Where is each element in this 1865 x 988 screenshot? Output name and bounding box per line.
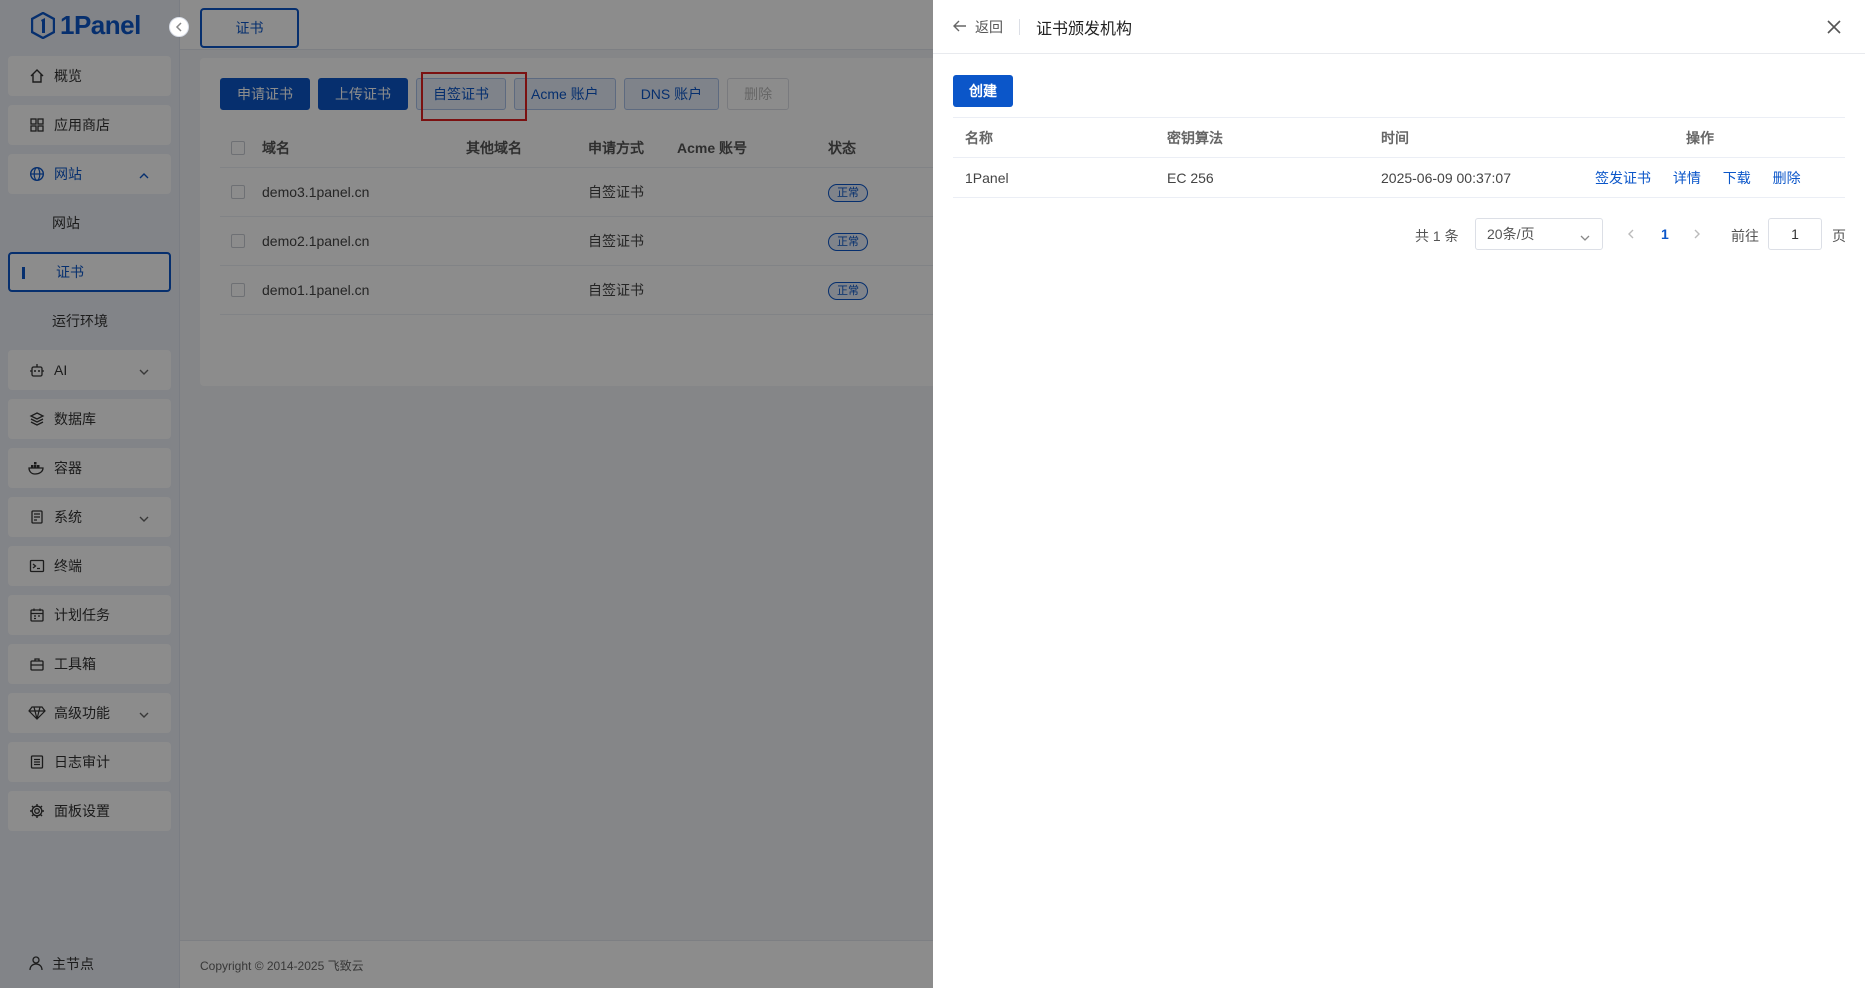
table-row: 1Panel EC 256 2025-06-09 00:37:07 签发证书 详… [953,158,1845,198]
back-label: 返回 [975,18,1003,35]
drawer-header: 返回 证书颁发机构 [933,0,1865,54]
download-link[interactable]: 下载 [1723,170,1751,186]
chevron-right-icon [1694,229,1700,239]
ca-table-header: 名称 密钥算法 时间 操作 [953,117,1845,158]
pagination: 共 1 条 20条/页 1 前往 页 [933,218,1865,250]
prev-page-button[interactable] [1627,226,1635,242]
cell-name: 1Panel [965,169,1009,186]
goto-page-input[interactable] [1768,218,1822,250]
drawer-title: 证书颁发机构 [1036,20,1133,38]
detail-link[interactable]: 详情 [1673,170,1701,186]
back-button[interactable]: 返回 [953,17,1003,37]
chevron-down-icon [1580,229,1590,245]
close-icon [1827,20,1841,34]
page-number[interactable]: 1 [1661,226,1669,242]
ca-drawer: 返回 证书颁发机构 创建 名称 密钥算法 时间 操作 1Panel EC 256… [933,0,1865,988]
chevron-left-icon [175,22,182,32]
cell-key-algorithm: EC 256 [1167,169,1214,186]
close-button[interactable] [1825,18,1843,36]
collapse-sidebar-button[interactable] [169,17,189,37]
header-operations: 操作 [1686,129,1714,146]
goto-label: 前往 [1731,228,1759,244]
page-size-value: 20条/页 [1487,226,1535,242]
delete-link[interactable]: 删除 [1773,170,1801,186]
chevron-left-icon [1628,229,1634,239]
header-name: 名称 [965,129,993,146]
cell-time: 2025-06-09 00:37:07 [1381,169,1511,186]
cell-operations: 签发证书 详情 下载 删除 [1595,168,1845,188]
pagination-total: 共 1 条 [1415,228,1459,244]
header-time: 时间 [1381,129,1409,146]
arrow-left-icon [953,19,967,35]
divider [1019,18,1020,35]
create-ca-button[interactable]: 创建 [953,75,1013,107]
header-key-algorithm: 密钥算法 [1167,129,1223,146]
page-size-select[interactable]: 20条/页 [1475,218,1603,250]
issue-certificate-link[interactable]: 签发证书 [1595,170,1651,186]
goto-suffix: 页 [1832,228,1846,244]
next-page-button[interactable] [1693,226,1701,242]
drawer-overlay[interactable] [0,0,933,988]
ca-table: 名称 密钥算法 时间 操作 1Panel EC 256 2025-06-09 0… [953,117,1845,198]
